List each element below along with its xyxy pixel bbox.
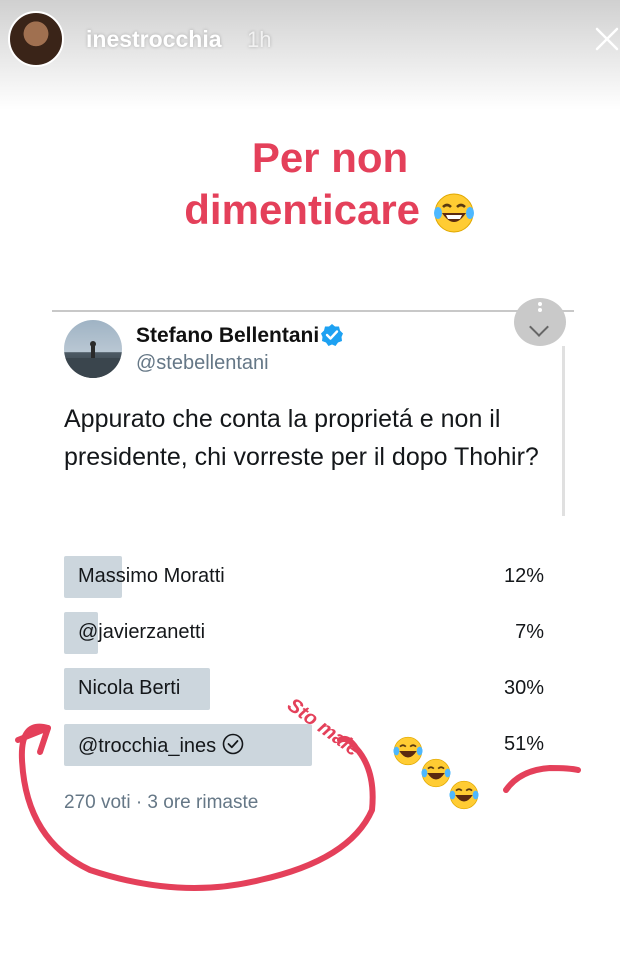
check-circle-icon bbox=[222, 733, 244, 755]
story-username[interactable]: inestrocchia bbox=[86, 26, 222, 53]
poll-meta: 270 voti · 3 ore rimaste bbox=[64, 792, 259, 813]
tweet-menu-button[interactable] bbox=[514, 298, 566, 346]
poll-option-label-row: @trocchia_ines bbox=[78, 733, 244, 758]
caption-line-1: Per non bbox=[251, 134, 409, 181]
card-divider bbox=[52, 310, 574, 312]
story-header: inestrocchia 1h bbox=[0, 0, 620, 80]
poll-option-percent: 7% bbox=[515, 621, 544, 643]
tweet-display-name[interactable]: Stefano Bellentani bbox=[136, 324, 319, 348]
poll-option-moratti[interactable]: Massimo Moratti 12% bbox=[64, 556, 544, 598]
scribble-arrowhead bbox=[15, 725, 51, 755]
close-icon[interactable] bbox=[595, 27, 619, 51]
tweet-text: Appurato che conta la proprietá e non il… bbox=[64, 405, 539, 471]
poll-option-percent: 51% bbox=[503, 733, 544, 755]
chevron-down-icon bbox=[529, 317, 549, 337]
more-dots-icon bbox=[538, 302, 542, 316]
poll-option-label: Nicola Berti bbox=[78, 677, 181, 699]
poll-option-percent: 12% bbox=[503, 565, 544, 587]
caption-line-2: dimenticare bbox=[184, 186, 421, 233]
tweet-card: Stefano Bellentani @stebellentani Appura… bbox=[52, 298, 582, 833]
poll-option-berti[interactable]: Nicola Berti 30% bbox=[64, 668, 544, 710]
poll-option-label: @javierzanetti bbox=[78, 621, 206, 643]
caption-line-2-row: dimenticare bbox=[130, 184, 530, 236]
card-edge bbox=[562, 346, 565, 516]
tweet-handle[interactable]: @stebellentani bbox=[136, 352, 269, 375]
story-time: 1h bbox=[247, 27, 272, 52]
verified-badge-icon bbox=[321, 324, 343, 346]
tweet-author-avatar[interactable] bbox=[64, 320, 122, 378]
poll-option-percent: 30% bbox=[503, 677, 544, 699]
story-caption: Per non dimenticare bbox=[130, 132, 530, 236]
avatar-photo bbox=[64, 341, 122, 378]
poll-option-label: @trocchia_ines bbox=[78, 735, 217, 757]
poll-option-label: Massimo Moratti bbox=[78, 565, 225, 587]
laughing-crying-emoji-icon bbox=[433, 193, 474, 233]
avatar[interactable] bbox=[8, 11, 64, 67]
poll-option-zanetti[interactable]: @javierzanetti 7% bbox=[64, 612, 544, 654]
poll-option-trocchia[interactable]: @trocchia_ines 51% bbox=[64, 724, 544, 766]
